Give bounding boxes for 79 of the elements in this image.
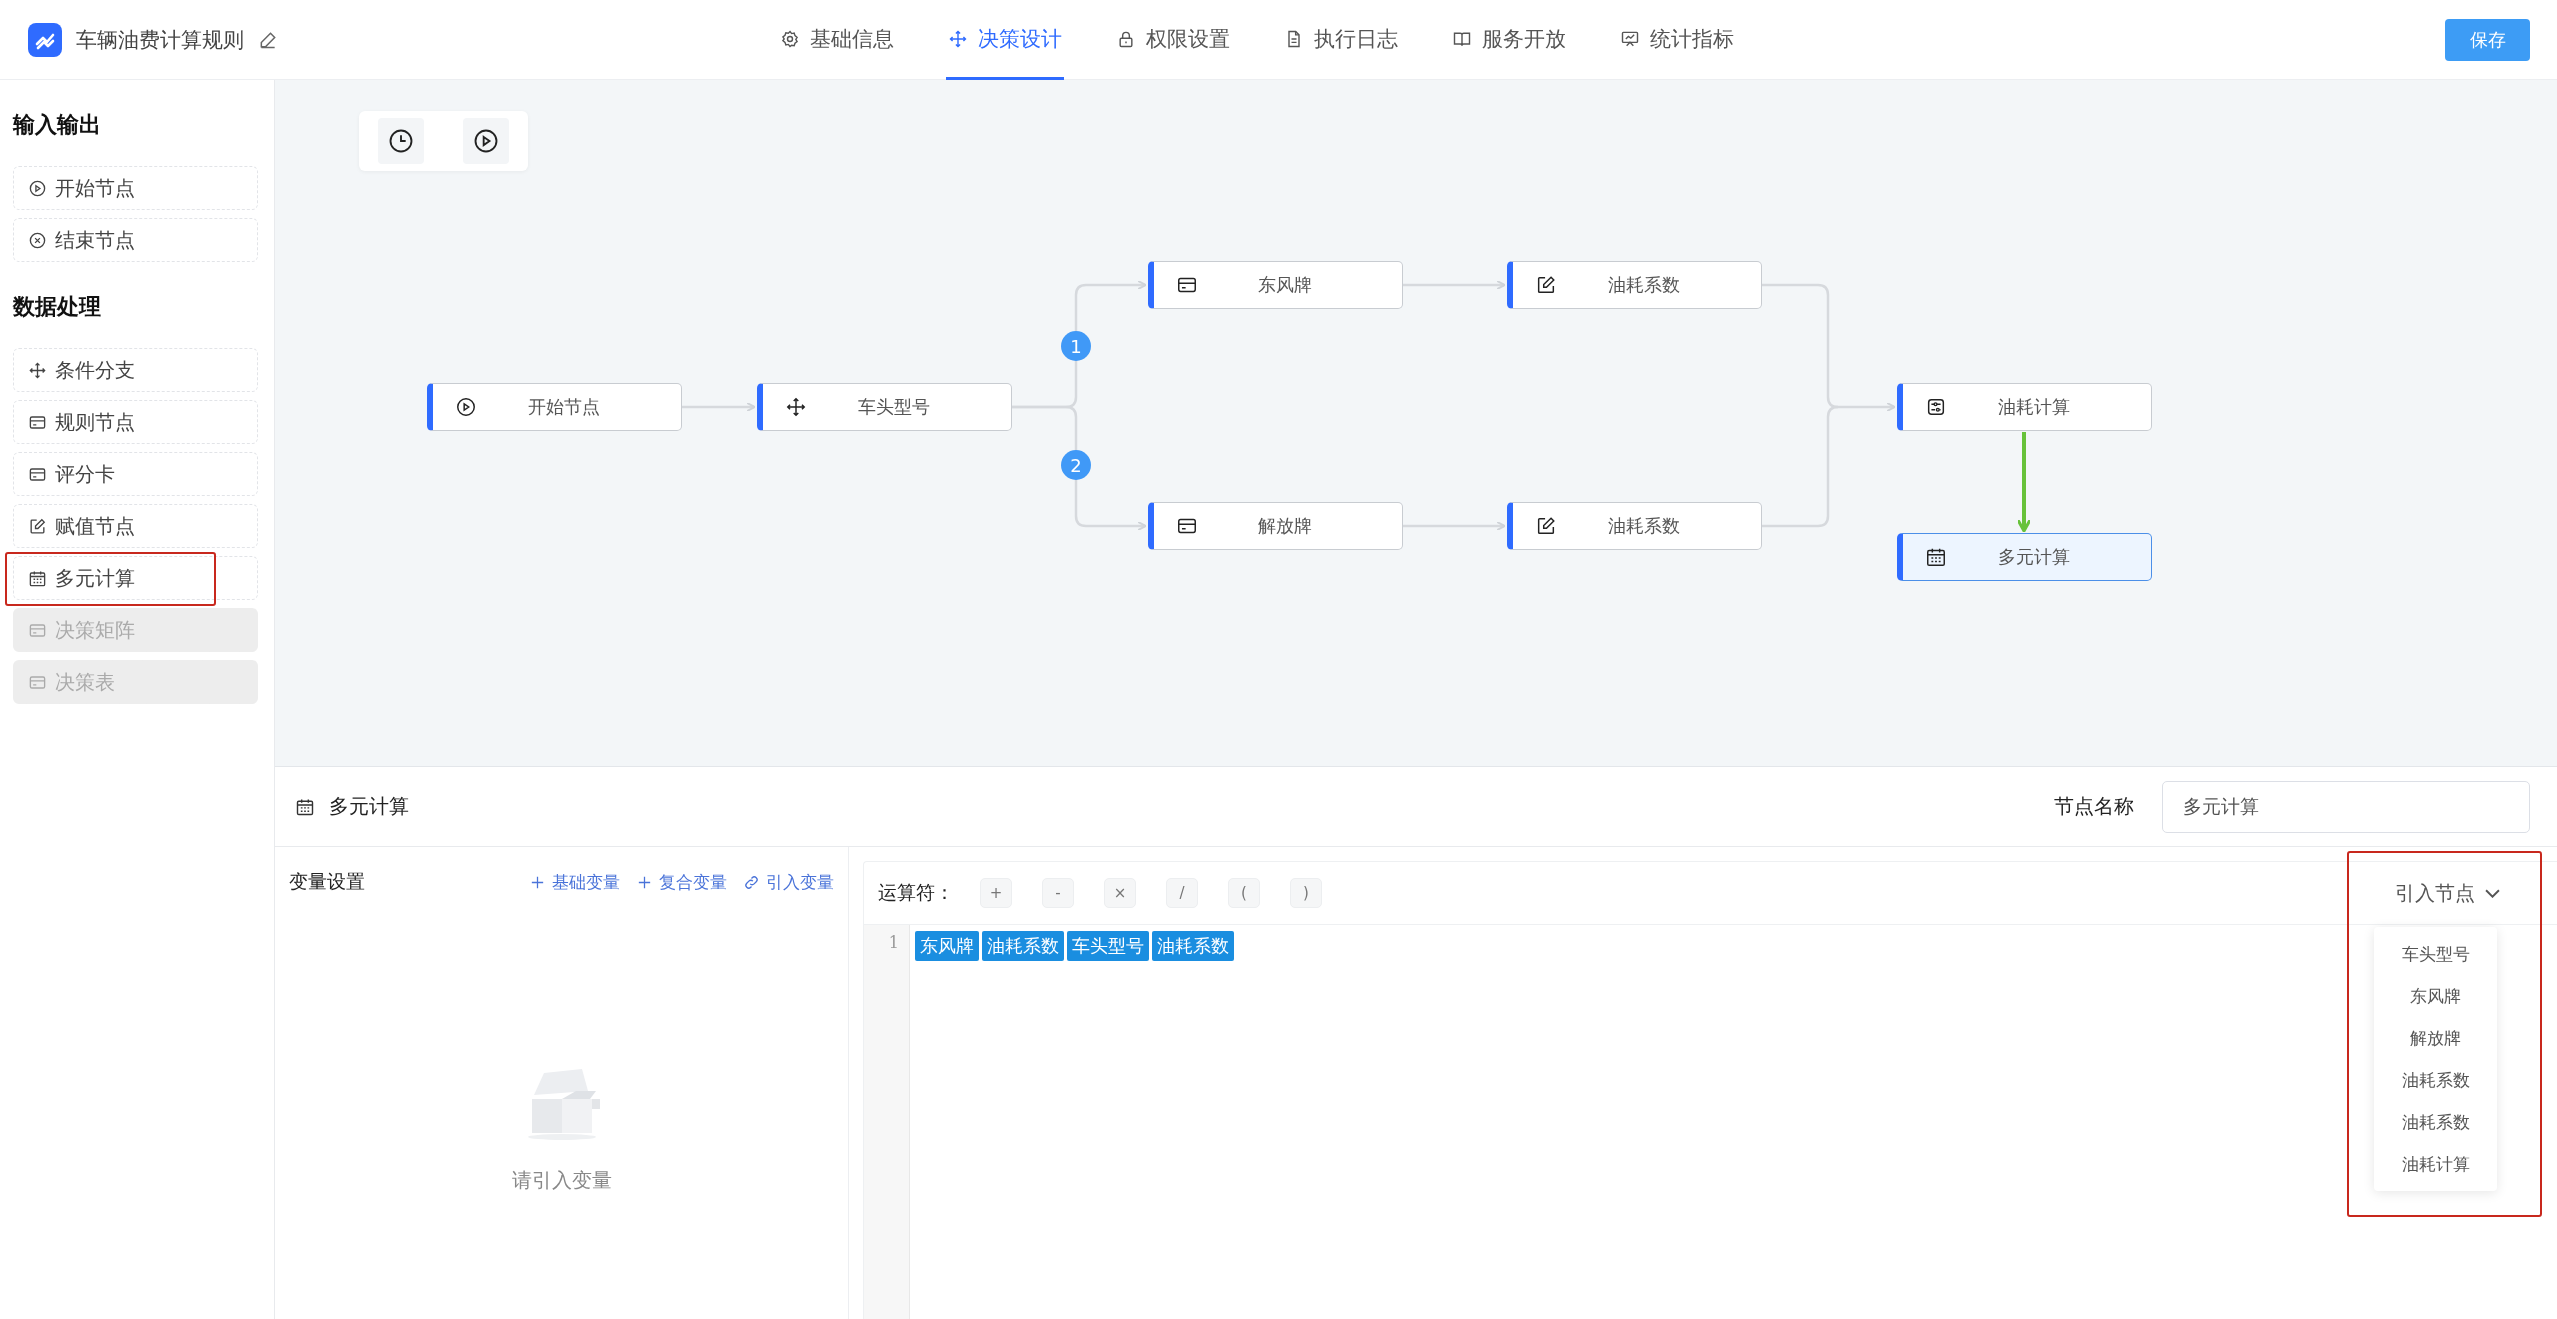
app-title: 车辆油费计算规则: [76, 26, 244, 54]
branch-badge: 2: [1061, 450, 1091, 480]
menu-item[interactable]: 油耗系数: [2401, 1101, 2470, 1143]
nav-tab[interactable]: 服务开放: [1450, 0, 1568, 80]
chevron-down-icon: [2485, 888, 2500, 898]
operator-button[interactable]: ×: [1104, 878, 1136, 908]
branch-badge: 1: [1061, 331, 1091, 361]
variable-token: 油耗系数: [982, 931, 1064, 961]
palette-item[interactable]: 多元计算: [13, 556, 258, 600]
node-name-field[interactable]: 多元计算: [2162, 780, 2530, 833]
nav-tab[interactable]: 统计指标: [1618, 0, 1736, 80]
insert-node-dropdown[interactable]: 引入节点: [2395, 879, 2500, 907]
palette-item[interactable]: 规则节点: [13, 400, 258, 444]
action-link[interactable]: 复合变量: [636, 870, 727, 894]
history-button[interactable]: [378, 118, 425, 164]
nav-tab[interactable]: 基础信息: [778, 0, 896, 80]
app-logo-icon: [28, 22, 62, 57]
variable-token: 油耗系数: [1152, 931, 1234, 961]
section-title: 变量设置: [289, 869, 365, 894]
flow-node[interactable]: 开始节点: [427, 383, 682, 431]
edit-icon: [28, 516, 47, 536]
settings-icon: [780, 28, 800, 49]
operator-label: 运算符：: [878, 880, 954, 905]
field-label: 节点名称: [2054, 793, 2134, 820]
node-label: 油耗系数: [1607, 514, 1681, 538]
operator-button[interactable]: +: [980, 878, 1012, 908]
node-label: 油耗系数: [1607, 273, 1681, 297]
flow-node[interactable]: 车头型号: [757, 383, 1012, 431]
node-label: 解放牌: [1257, 514, 1313, 538]
flow-node[interactable]: 东风牌: [1148, 261, 1403, 309]
panel-title: 多元计算: [329, 793, 409, 820]
nav-tab[interactable]: 执行日志: [1282, 0, 1400, 80]
palette-item[interactable]: 条件分支: [13, 348, 258, 392]
section-heading: 数据处理: [13, 293, 102, 321]
play-circle-icon: [455, 396, 477, 418]
edit-icon: [1535, 274, 1557, 296]
edit-icon[interactable]: [258, 29, 278, 50]
operator-button[interactable]: ): [1290, 878, 1322, 908]
menu-item[interactable]: 油耗计算: [2401, 1143, 2470, 1185]
flow-node[interactable]: 油耗系数: [1507, 502, 1762, 550]
action-link[interactable]: 基础变量: [529, 870, 620, 894]
operator-button[interactable]: /: [1166, 878, 1198, 908]
line-number: 1: [888, 933, 899, 952]
flow-node[interactable]: 多元计算: [1897, 533, 2152, 581]
nav-tab[interactable]: 权限设置: [1114, 0, 1232, 80]
run-button[interactable]: [462, 118, 509, 164]
move-arrows-icon: [28, 360, 47, 380]
palette-item[interactable]: 开始节点: [13, 166, 258, 210]
palette-item[interactable]: 赋值节点: [13, 504, 258, 548]
edit-icon: [1535, 515, 1557, 537]
link-icon: [743, 873, 760, 891]
operator-button[interactable]: (: [1228, 878, 1260, 908]
calendar-icon: [1925, 546, 1947, 568]
sliders-icon: [1925, 396, 1947, 418]
node-label: 多元计算: [1997, 545, 2071, 569]
move-arrows-icon: [948, 28, 968, 49]
close-circle-icon: [28, 230, 47, 250]
node-label: 开始节点: [527, 395, 601, 419]
node-label: 车头型号: [857, 395, 931, 419]
palette-item[interactable]: 结束节点: [13, 218, 258, 262]
calendar-icon: [28, 568, 47, 588]
empty-message: 请引入变量: [511, 1167, 612, 1194]
variable-token: 车头型号: [1067, 931, 1149, 961]
flow-node[interactable]: 解放牌: [1148, 502, 1403, 550]
operator-button[interactable]: -: [1042, 878, 1074, 908]
menu-item[interactable]: 解放牌: [2410, 1017, 2461, 1059]
menu-item[interactable]: 油耗系数: [2401, 1059, 2470, 1101]
section-heading: 输入输出: [13, 111, 102, 139]
action-link[interactable]: 引入变量: [743, 870, 834, 894]
menu-item[interactable]: 东风牌: [2410, 975, 2461, 1017]
play-circle-icon: [28, 178, 47, 198]
node-label: 油耗计算: [1997, 395, 2071, 419]
palette-item[interactable]: 评分卡: [13, 452, 258, 496]
menu-item[interactable]: 车头型号: [2401, 933, 2470, 975]
flow-node[interactable]: 油耗系数: [1507, 261, 1762, 309]
variable-token: 东风牌: [915, 931, 979, 961]
node-label: 东风牌: [1257, 273, 1313, 297]
flow-node[interactable]: 油耗计算: [1897, 383, 2152, 431]
move-arrows-icon: [785, 396, 807, 418]
